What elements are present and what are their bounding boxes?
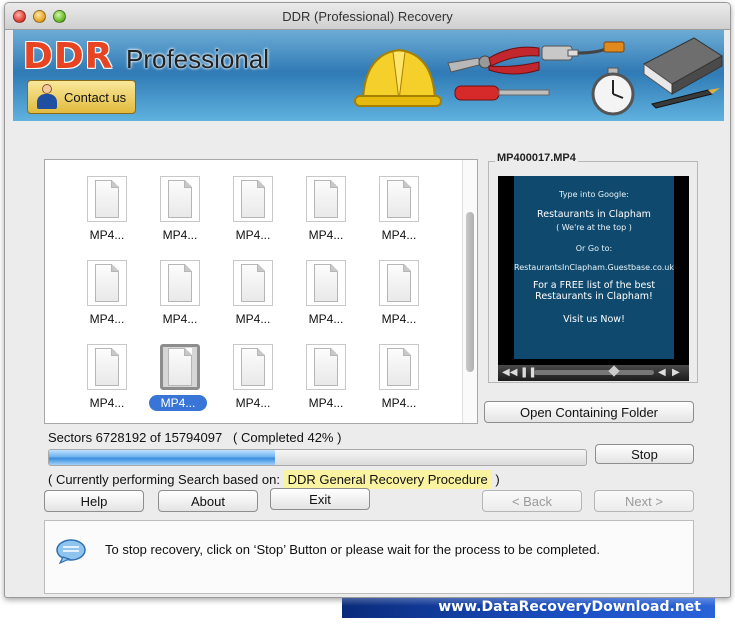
pliers-icon bbox=[447, 46, 540, 75]
back-button[interactable]: < Back bbox=[482, 490, 582, 512]
website-url[interactable]: www.DataRecoveryDownload.net bbox=[438, 599, 701, 615]
stopwatch-icon bbox=[591, 67, 635, 116]
procedure-name: DDR General Recovery Procedure bbox=[283, 470, 492, 489]
rewind-icon[interactable]: ◀◀ bbox=[502, 367, 517, 379]
next-icon[interactable]: ▶ bbox=[672, 367, 680, 379]
progress-fill bbox=[49, 450, 275, 465]
preview-line: Or Go to: bbox=[575, 244, 613, 253]
file-item[interactable]: MP4... bbox=[223, 344, 283, 414]
file-name: MP4... bbox=[162, 312, 198, 326]
file-icon bbox=[379, 176, 419, 222]
website-footer-banner[interactable]: www.DataRecoveryDownload.net bbox=[342, 598, 715, 618]
exit-button[interactable]: Exit bbox=[270, 488, 370, 510]
file-item[interactable]: MP4... bbox=[77, 344, 137, 414]
preview-line: Visit us Now! bbox=[563, 314, 625, 325]
file-icon bbox=[87, 344, 127, 390]
preview-line: For a FREE list of the best Restaurants … bbox=[532, 280, 656, 302]
next-button[interactable]: Next > bbox=[594, 490, 694, 512]
status-prefix: ( Currently performing Search based on: bbox=[48, 472, 280, 487]
video-frame: Type into Google: Restaurants in Clapham… bbox=[514, 176, 674, 359]
contact-us-button[interactable]: Contact us bbox=[27, 80, 136, 114]
video-controls: ◀◀ ❚❚ ◀ ▶ bbox=[498, 365, 689, 381]
preview-file-name: MP400017.MP4 bbox=[495, 152, 578, 164]
file-icon bbox=[379, 344, 419, 390]
file-icon bbox=[160, 260, 200, 306]
preview-line: ( We're at the top ) bbox=[556, 223, 632, 232]
file-icon bbox=[306, 176, 346, 222]
video-preview: Type into Google: Restaurants in Clapham… bbox=[498, 176, 689, 365]
file-item[interactable]: MP4... bbox=[150, 176, 210, 246]
file-item[interactable]: MP4... bbox=[77, 176, 137, 246]
completed-percent: ( Completed 42% ) bbox=[233, 430, 342, 445]
hard-hat-icon bbox=[354, 48, 442, 107]
file-name: MP4... bbox=[381, 312, 417, 326]
recovery-progress-bar bbox=[48, 449, 587, 466]
file-name: MP4... bbox=[308, 396, 344, 410]
file-icon bbox=[306, 260, 346, 306]
file-item[interactable]: MP4... bbox=[296, 260, 356, 330]
file-name: MP4... bbox=[89, 228, 125, 242]
window-title: DDR (Professional) Recovery bbox=[282, 9, 453, 24]
info-message-box: To stop recovery, click on ‘Stop’ Button… bbox=[44, 520, 694, 594]
preview-line: Restaurants in Clapham bbox=[537, 209, 651, 220]
file-name: MP4... bbox=[381, 228, 417, 242]
open-containing-folder-button[interactable]: Open Containing Folder bbox=[484, 401, 694, 423]
seek-bar[interactable] bbox=[534, 370, 654, 375]
file-name: MP4... bbox=[308, 312, 344, 326]
file-item[interactable]: MP4... bbox=[77, 260, 137, 330]
screwdriver-icon bbox=[454, 85, 550, 101]
file-item[interactable]: MP4... bbox=[149, 344, 210, 414]
file-item[interactable]: MP4... bbox=[369, 176, 429, 246]
header-banner: DDR Professional Contact us bbox=[13, 30, 724, 121]
file-name: MP4... bbox=[89, 396, 125, 410]
book-icon bbox=[643, 37, 723, 109]
file-icon bbox=[160, 344, 200, 390]
previous-icon[interactable]: ◀ bbox=[658, 367, 666, 379]
file-item[interactable]: MP4... bbox=[296, 344, 356, 414]
person-icon bbox=[36, 84, 58, 110]
logo-ddr: DDR bbox=[23, 36, 114, 77]
files-scrollbar-thumb[interactable] bbox=[466, 212, 474, 372]
file-name: MP4... bbox=[381, 396, 417, 410]
status-line: ( Currently performing Search based on: … bbox=[48, 470, 500, 489]
file-name: MP4... bbox=[235, 228, 271, 242]
file-name: MP4... bbox=[162, 228, 198, 242]
file-icon bbox=[233, 260, 273, 306]
file-icon bbox=[306, 344, 346, 390]
speech-bubble-icon bbox=[56, 539, 86, 564]
sectors-count: Sectors 6728192 of 15794097 bbox=[48, 430, 223, 445]
status-suffix: ) bbox=[495, 472, 500, 487]
file-name: MP4... bbox=[89, 312, 125, 326]
file-name: MP4... bbox=[235, 312, 271, 326]
preview-line: Type into Google: bbox=[559, 190, 629, 199]
preview-line: RestaurantsInClapham.Guestbase.co.uk bbox=[514, 263, 674, 272]
info-message-text: To stop recovery, click on ‘Stop’ Button… bbox=[105, 542, 600, 557]
file-icon bbox=[160, 176, 200, 222]
contact-us-label: Contact us bbox=[64, 89, 127, 105]
file-icon bbox=[87, 260, 127, 306]
file-name: MP4... bbox=[149, 395, 207, 411]
file-icon bbox=[233, 176, 273, 222]
file-icon bbox=[379, 260, 419, 306]
file-item[interactable]: MP4... bbox=[150, 260, 210, 330]
stop-button[interactable]: Stop bbox=[595, 444, 694, 464]
files-scrollbar[interactable] bbox=[462, 160, 477, 423]
file-item[interactable]: MP4... bbox=[223, 176, 283, 246]
file-icon bbox=[233, 344, 273, 390]
recovered-files-grid[interactable]: MP4... MP4... MP4... MP4... MP4... MP4... MP4.… bbox=[44, 159, 478, 424]
help-button[interactable]: Help bbox=[44, 490, 144, 512]
app-window: DDR (Professional) Recovery DDR Professi… bbox=[4, 2, 731, 598]
about-button[interactable]: About bbox=[158, 490, 258, 512]
file-item[interactable]: MP4... bbox=[369, 260, 429, 330]
file-item[interactable]: MP4... bbox=[223, 260, 283, 330]
file-item[interactable]: MP4... bbox=[369, 344, 429, 414]
file-name: MP4... bbox=[308, 228, 344, 242]
file-icon bbox=[87, 176, 127, 222]
logo-professional: Professional bbox=[126, 44, 270, 74]
file-name: MP4... bbox=[235, 396, 271, 410]
title-bar: DDR (Professional) Recovery bbox=[5, 3, 730, 30]
sectors-progress-text: Sectors 6728192 of 15794097 ( Completed … bbox=[48, 430, 341, 445]
file-item[interactable]: MP4... bbox=[296, 176, 356, 246]
